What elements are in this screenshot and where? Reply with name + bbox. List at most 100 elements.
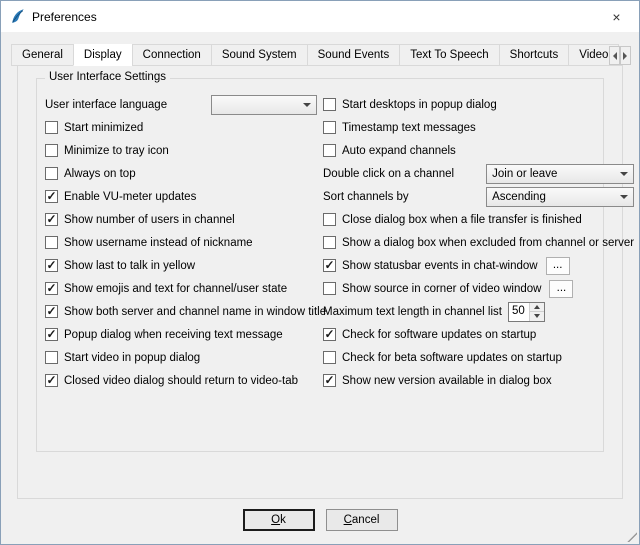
cancel-button[interactable]: Cancel [326,509,398,531]
checkbox-label[interactable]: Enable VU-meter updates [64,191,196,203]
tab-scroll-left-icon[interactable] [609,46,620,65]
close-icon[interactable]: × [594,1,639,32]
checkbox[interactable]: ✓ [45,328,58,341]
checkbox-row[interactable]: Start video in popup dialog [45,346,317,369]
checkbox[interactable]: ✓ [45,282,58,295]
checkbox[interactable] [45,144,58,157]
checkbox-label[interactable]: Auto expand channels [342,145,456,157]
checkbox-row[interactable]: ✓ Show new version available in dialog b… [323,369,634,392]
checkbox[interactable]: ✓ [45,374,58,387]
checkbox-label[interactable]: Start video in popup dialog [64,352,200,364]
checkbox[interactable] [323,98,336,111]
checkbox[interactable]: ✓ [45,190,58,203]
statusbar-events-row[interactable]: ✓ Show statusbar events in chat-window .… [323,254,634,277]
checkbox[interactable]: ✓ [45,213,58,226]
checkbox-label[interactable]: Show number of users in channel [64,214,235,226]
dialog-footer: Ok Cancel [1,496,639,544]
checkbox-label[interactable]: Minimize to tray icon [64,145,169,157]
checkbox-label[interactable]: Popup dialog when receiving text message [64,329,283,341]
statusbar-events-more-button[interactable]: ... [546,257,570,275]
checkbox[interactable] [323,144,336,157]
checkbox-label[interactable]: Show statusbar events in chat-window [342,260,538,272]
checkbox[interactable]: ✓ [323,259,336,272]
checkbox-row[interactable]: ✓ Show number of users in channel [45,208,317,231]
checkbox-row[interactable]: ✓ Show last to talk in yellow [45,254,317,277]
checkbox[interactable] [323,282,336,295]
checkbox-label[interactable]: Start minimized [64,122,143,134]
sort-channels-dropdown[interactable]: Ascending [486,187,634,207]
tab-text-to-speech[interactable]: Text To Speech [399,44,499,66]
checkbox[interactable] [45,351,58,364]
max-text-length-value[interactable]: 50 [509,303,529,321]
tab-shortcuts[interactable]: Shortcuts [499,44,570,66]
chevron-down-icon [303,103,311,111]
checkbox-row[interactable]: Start minimized [45,116,317,139]
checkbox-row[interactable]: ✓ Check for software updates on startup [323,323,634,346]
checkbox-label[interactable]: Show a dialog box when excluded from cha… [342,237,634,249]
checkbox[interactable] [45,236,58,249]
video-source-more-button[interactable]: ... [549,280,573,298]
checkbox-label[interactable]: Show both server and channel name in win… [64,306,326,318]
checkbox-label[interactable]: Check for beta software updates on start… [342,352,562,364]
checkbox-label[interactable]: Show emojis and text for channel/user st… [64,283,287,295]
max-text-length-label: Maximum text length in channel list [323,306,502,318]
tab-general[interactable]: General [11,44,74,66]
checkbox-label[interactable]: Show source in corner of video window [342,283,541,295]
checkbox-row[interactable]: Start desktops in popup dialog [323,93,634,116]
checkbox-label[interactable]: Start desktops in popup dialog [342,99,497,111]
checkbox[interactable] [323,236,336,249]
language-dropdown[interactable] [211,95,317,115]
checkbox-row[interactable]: ✓ Enable VU-meter updates [45,185,317,208]
tab-sound-events[interactable]: Sound Events [307,44,401,66]
checkbox-row[interactable]: ✓ Popup dialog when receiving text messa… [45,323,317,346]
chevron-down-icon [620,195,628,203]
tab-scroll-right-icon[interactable] [620,46,631,65]
stepper-down-icon[interactable] [530,311,544,321]
left-column: User interface language Start minimized [45,93,317,392]
checkbox-label[interactable]: Closed video dialog should return to vid… [64,375,298,387]
checkbox[interactable] [45,121,58,134]
max-text-length-stepper[interactable]: 50 [508,302,545,322]
checkbox-row[interactable]: Check for beta software updates on start… [323,346,634,369]
double-click-row: Double click on a channel Join or leave [323,162,634,185]
language-label: User interface language [45,99,167,111]
checkbox-row[interactable]: Minimize to tray icon [45,139,317,162]
window-title: Preferences [32,10,97,24]
checkbox-label[interactable]: Always on top [64,168,136,180]
checkbox-row[interactable]: Always on top [45,162,317,185]
checkbox-label[interactable]: Show username instead of nickname [64,237,253,249]
ok-button[interactable]: Ok [243,509,315,531]
checkbox[interactable] [323,351,336,364]
checkbox[interactable]: ✓ [45,305,58,318]
checkbox-row[interactable]: Show username instead of nickname [45,231,317,254]
checkbox-row[interactable]: ✓ Show emojis and text for channel/user … [45,277,317,300]
checkbox-row[interactable]: Close dialog box when a file transfer is… [323,208,634,231]
checkbox-row[interactable]: Auto expand channels [323,139,634,162]
checkbox-row[interactable]: ✓ Show both server and channel name in w… [45,300,317,323]
checkbox[interactable] [323,213,336,226]
checkbox-label[interactable]: Timestamp text messages [342,122,476,134]
stepper-up-icon[interactable] [530,303,544,312]
checkbox-row[interactable]: Timestamp text messages [323,116,634,139]
checkbox-row[interactable]: Show a dialog box when excluded from cha… [323,231,634,254]
tab-sound-system[interactable]: Sound System [211,44,308,66]
titlebar[interactable]: Preferences × [1,1,639,32]
checkbox[interactable]: ✓ [45,259,58,272]
checkbox[interactable]: ✓ [323,374,336,387]
tab-scroll-buttons [609,46,631,65]
tab-bar: General Display Connection Sound System … [9,44,631,499]
checkbox[interactable]: ✓ [323,328,336,341]
double-click-dropdown[interactable]: Join or leave [486,164,634,184]
sort-channels-label: Sort channels by [323,191,409,203]
checkbox[interactable] [323,121,336,134]
display-tab-panel: User Interface Settings User interface l… [17,65,623,499]
checkbox-label[interactable]: Show new version available in dialog box [342,375,552,387]
checkbox-label[interactable]: Close dialog box when a file transfer is… [342,214,582,226]
video-source-row[interactable]: Show source in corner of video window ..… [323,277,634,300]
checkbox-row[interactable]: ✓ Closed video dialog should return to v… [45,369,317,392]
tab-connection[interactable]: Connection [132,44,212,66]
checkbox[interactable] [45,167,58,180]
checkbox-label[interactable]: Check for software updates on startup [342,329,536,341]
checkbox-label[interactable]: Show last to talk in yellow [64,260,195,272]
tab-display[interactable]: Display [73,44,133,66]
